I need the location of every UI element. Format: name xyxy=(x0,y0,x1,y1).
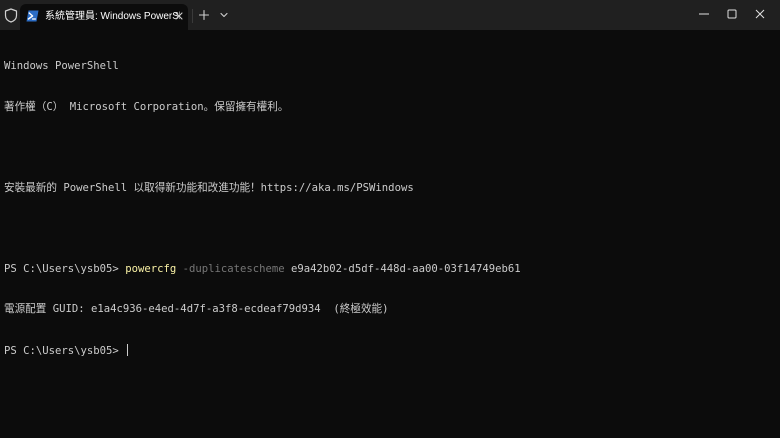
tab-separator xyxy=(192,9,193,23)
command-parameter: -duplicatescheme xyxy=(176,262,285,275)
current-prompt-line[interactable]: PS C:\Users\ysb05> xyxy=(4,343,774,358)
powershell-icon xyxy=(26,10,39,22)
text-cursor xyxy=(127,343,129,356)
command-name: powercfg xyxy=(125,262,177,275)
terminal-window: 系統管理員: Windows PowerSl Windows PowerShel… xyxy=(0,0,780,438)
copyright-line: 著作權（C） Microsoft Corporation。保留擁有權利。 xyxy=(4,100,289,113)
tab-powershell[interactable]: 系統管理員: Windows PowerSl xyxy=(20,4,188,30)
command-line: PS C:\Users\ysb05> powercfg -duplicatesc… xyxy=(4,263,774,277)
prompt: PS C:\Users\ysb05> xyxy=(4,262,126,275)
minimize-icon[interactable] xyxy=(691,3,717,25)
install-hint-line: 安裝最新的 PowerShell 以取得新功能和改進功能！https://aka… xyxy=(4,181,414,194)
banner-line: Windows PowerShell xyxy=(4,60,119,72)
close-icon[interactable] xyxy=(173,10,185,22)
terminal-output[interactable]: Windows PowerShell 著作權（C） Microsoft Corp… xyxy=(4,33,774,423)
plus-icon[interactable] xyxy=(196,7,212,23)
window-close-icon[interactable] xyxy=(747,3,773,25)
chevron-down-icon[interactable] xyxy=(216,7,232,23)
tab-title: 系統管理員: Windows PowerSl xyxy=(45,11,180,22)
shield-icon xyxy=(4,8,18,23)
command-argument: e9a42b02-d5df-448d-aa00-03f14749eb61 xyxy=(284,262,521,275)
output-line: 電源配置 GUID: e1a4c936-e4ed-4d7f-a3f8-ecdea… xyxy=(4,303,389,315)
maximize-icon[interactable] xyxy=(719,3,745,25)
prompt: PS C:\Users\ysb05> xyxy=(4,344,126,357)
title-bar[interactable]: 系統管理員: Windows PowerSl xyxy=(0,0,780,30)
